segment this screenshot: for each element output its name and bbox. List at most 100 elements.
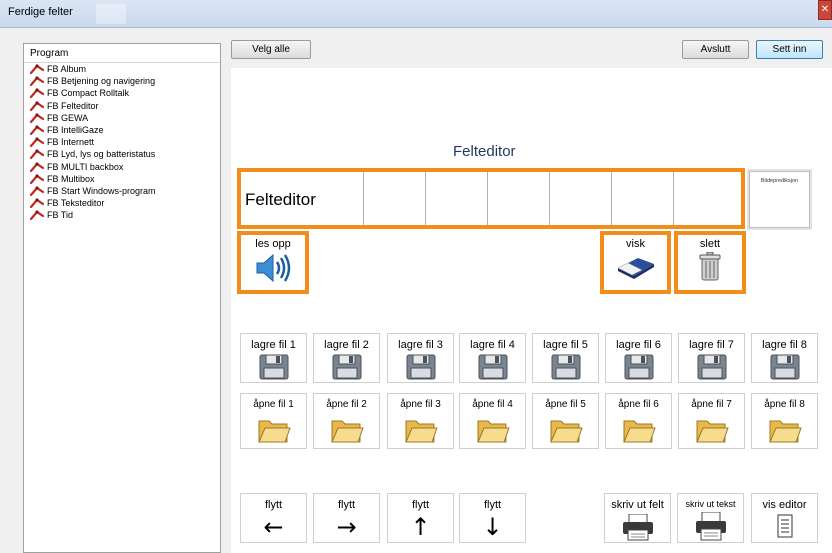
close-icon: ✕ [820, 4, 830, 15]
eraser-icon [604, 254, 667, 280]
program-list-item[interactable]: FB Internett [24, 136, 220, 148]
save-file-button[interactable]: lagre fil 8 [751, 333, 818, 383]
floppy-disk-icon [679, 354, 744, 380]
print-field-button[interactable]: skriv ut felt [604, 493, 671, 543]
program-label: FB Felteditor [47, 100, 99, 111]
open-file-label: åpne fil 5 [545, 399, 586, 410]
folder-icon [606, 416, 671, 444]
erase-button[interactable]: visk [600, 231, 671, 294]
save-file-button[interactable]: lagre fil 4 [459, 333, 526, 383]
save-file-button[interactable]: lagre fil 3 [387, 333, 454, 383]
move-label: flytt [483, 499, 502, 511]
delete-label: slett [699, 238, 721, 250]
speaker-icon [241, 252, 305, 284]
save-file-label: lagre fil 8 [762, 339, 807, 351]
open-file-button[interactable]: åpne fil 2 [313, 393, 380, 449]
program-list-item[interactable]: FB Start Windows-program [24, 185, 220, 197]
insert-button[interactable]: Sett inn [756, 40, 823, 59]
program-list-item[interactable]: FB Betjening og navigering [24, 75, 220, 87]
save-file-label: lagre fil 6 [616, 339, 661, 351]
save-file-button[interactable]: lagre fil 5 [532, 333, 599, 383]
open-file-button[interactable]: åpne fil 3 [387, 393, 454, 449]
floppy-disk-icon [388, 354, 453, 380]
open-file-button[interactable]: åpne fil 8 [751, 393, 818, 449]
floppy-disk-icon [241, 354, 306, 380]
show-editor-button[interactable]: vis editor [751, 493, 818, 543]
program-label: FB Start Windows-program [47, 185, 156, 196]
image-prediction-box[interactable]: Bildeprediksjon [749, 171, 810, 228]
move-label: flytt [411, 499, 430, 511]
program-list-item[interactable]: FB Tid [24, 209, 220, 221]
print-text-button[interactable]: skriv ut tekst [677, 493, 744, 543]
read-aloud-button[interactable]: les opp [237, 231, 309, 294]
save-file-button[interactable]: lagre fil 6 [605, 333, 672, 383]
program-list-item[interactable]: FB GEWA [24, 112, 220, 124]
printer-icon [605, 514, 670, 542]
cell-divider [549, 172, 550, 225]
read-aloud-label: les opp [255, 238, 291, 250]
arrow-right-icon: → [336, 513, 357, 541]
layout-canvas [231, 68, 832, 553]
folder-icon [388, 416, 453, 444]
floppy-disk-icon [752, 354, 817, 380]
open-file-button[interactable]: åpne fil 5 [532, 393, 599, 449]
exit-button[interactable]: Avslutt [682, 40, 749, 59]
open-file-label: åpne fil 6 [618, 399, 659, 410]
floppy-disk-icon [533, 354, 598, 380]
window-title: Ferdige felter [8, 6, 73, 18]
arrow-left-icon: ← [263, 513, 284, 541]
folder-icon [752, 416, 817, 444]
program-list-header: Program [24, 44, 220, 63]
program-icon [30, 88, 44, 99]
program-label: FB MULTI backbox [47, 161, 124, 172]
open-file-button[interactable]: åpne fil 4 [459, 393, 526, 449]
move-button[interactable]: flytt ↓ [459, 493, 526, 543]
open-file-label: åpne fil 3 [400, 399, 441, 410]
save-file-button[interactable]: lagre fil 7 [678, 333, 745, 383]
program-list-item[interactable]: FB Compact Rolltalk [24, 87, 220, 99]
program-label: FB Album [47, 64, 87, 75]
save-file-button[interactable]: lagre fil 2 [313, 333, 380, 383]
cell-divider [673, 172, 674, 225]
titlebar-tab [96, 4, 126, 24]
program-list-item[interactable]: FB Album [24, 63, 220, 75]
open-file-label: åpne fil 7 [691, 399, 732, 410]
program-icon [30, 174, 44, 184]
print-text-label: skriv ut tekst [685, 499, 736, 509]
select-all-button[interactable]: Velg alle [231, 40, 311, 59]
program-icon [30, 113, 44, 123]
move-button[interactable]: flytt → [313, 493, 380, 543]
close-button[interactable]: ✕ [818, 0, 832, 20]
text-field-value: Felteditor [245, 190, 316, 209]
program-list: Program FB Album FB Betjening og navigeri… [23, 43, 221, 553]
open-file-button[interactable]: åpne fil 7 [678, 393, 745, 449]
text-field[interactable]: Felteditor [237, 168, 745, 229]
print-field-label: skriv ut felt [611, 499, 664, 511]
open-file-button[interactable]: åpne fil 6 [605, 393, 672, 449]
program-list-item[interactable]: FB IntelliGaze [24, 124, 220, 136]
move-button[interactable]: flytt ← [240, 493, 307, 543]
program-icon [30, 186, 44, 196]
save-file-button[interactable]: lagre fil 1 [240, 333, 307, 383]
open-file-button[interactable]: åpne fil 1 [240, 393, 307, 449]
floppy-disk-icon [460, 354, 525, 380]
folder-icon [533, 416, 598, 444]
program-list-item[interactable]: FB Multibox [24, 173, 220, 185]
program-list-item[interactable]: FB MULTI backbox [24, 161, 220, 173]
folder-icon [460, 416, 525, 444]
program-list-item[interactable]: FB Lyd, lys og batteristatus [24, 148, 220, 160]
save-file-label: lagre fil 2 [324, 339, 369, 351]
program-list-item[interactable]: FB Teksteditor [24, 197, 220, 209]
program-list-item[interactable]: FB Felteditor [24, 100, 220, 112]
move-label: flytt [264, 499, 283, 511]
program-list-items: FB Album FB Betjening og navigering FB Com… [24, 63, 220, 221]
editor-title: Felteditor [453, 143, 516, 160]
trash-icon [678, 252, 742, 282]
erase-label: visk [626, 238, 645, 250]
cell-divider [487, 172, 488, 225]
move-button[interactable]: flytt ↑ [387, 493, 454, 543]
save-file-label: lagre fil 7 [689, 339, 734, 351]
program-icon [30, 125, 44, 136]
delete-button[interactable]: slett [674, 231, 746, 294]
program-icon [30, 161, 44, 172]
